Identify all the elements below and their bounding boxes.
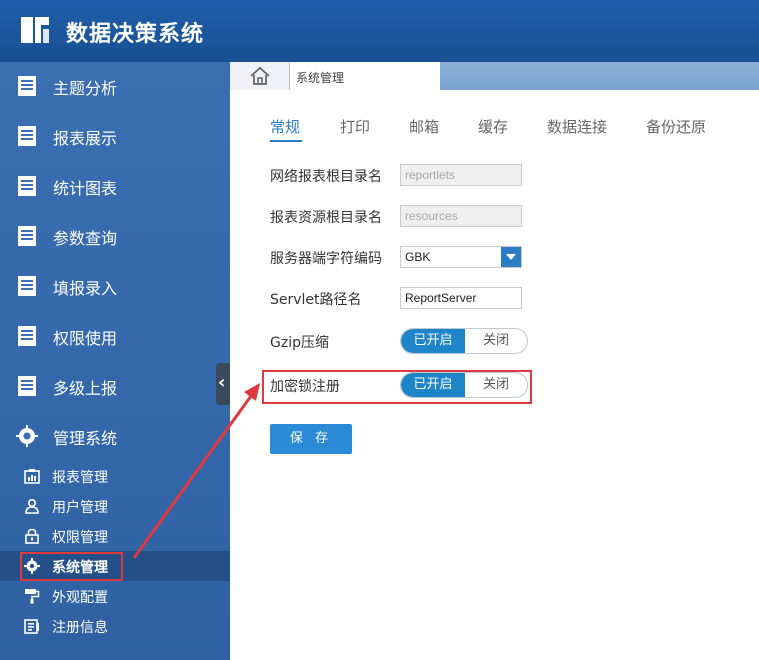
highlight-box-lock-registration <box>262 370 532 404</box>
document-icon <box>18 376 36 396</box>
sidebar-collapse-button[interactable]: ‹ <box>216 363 230 405</box>
save-button[interactable]: 保 存 <box>270 424 352 454</box>
app-logo-icon <box>21 17 49 43</box>
menu-item-label: 参数查询 <box>53 229 118 248</box>
report-icon <box>24 469 40 484</box>
menu-item-statistics-chart[interactable]: 统计图表 <box>0 162 230 212</box>
tab-email[interactable]: 邮箱 <box>409 116 439 137</box>
paint-roller-icon <box>25 589 40 604</box>
gzip-toggle[interactable]: 已开启 关闭 <box>400 328 528 354</box>
active-tab-indicator <box>270 140 302 142</box>
menu-item-label: 管理系统 <box>53 429 118 448</box>
menu-item-data-entry[interactable]: 填报录入 <box>0 262 230 312</box>
charset-label: 服务器端字符编码 <box>270 251 382 267</box>
document-icon <box>18 176 36 196</box>
sub-item-label: 报表管理 <box>52 470 108 486</box>
app-title: 数据决策系统 <box>66 22 205 47</box>
document-icon <box>18 276 36 296</box>
document-icon <box>18 76 36 96</box>
tab-system-management[interactable]: 系统管理 <box>290 62 440 90</box>
sub-item-permission-management[interactable]: 权限管理 <box>0 521 230 551</box>
document-icon <box>18 326 36 346</box>
highlight-box-system-management <box>20 552 123 581</box>
menu-item-topic-analysis[interactable]: 主题分析 <box>0 62 230 112</box>
tab-bar: 系统管理 <box>230 62 759 90</box>
home-icon <box>250 66 270 85</box>
menu-item-parameter-query[interactable]: 参数查询 <box>0 212 230 262</box>
menu-item-report-display[interactable]: 报表展示 <box>0 112 230 162</box>
menu-item-multi-level-report[interactable]: 多级上报 <box>0 362 230 412</box>
tab-cache[interactable]: 缓存 <box>478 116 508 137</box>
charset-value: GBK <box>405 250 431 264</box>
gear-icon <box>16 425 38 447</box>
sub-item-label: 外观配置 <box>52 590 108 606</box>
sub-item-user-management[interactable]: 用户管理 <box>0 491 230 521</box>
menu-item-label: 主题分析 <box>53 79 118 98</box>
resource-root-label: 报表资源根目录名 <box>270 210 382 226</box>
tab-data-connection[interactable]: 数据连接 <box>547 116 607 137</box>
menu-item-label: 报表展示 <box>53 129 118 148</box>
tab-label: 系统管理 <box>296 71 345 85</box>
tab-print[interactable]: 打印 <box>340 116 370 137</box>
gzip-off-option[interactable]: 关闭 <box>465 329 527 353</box>
home-tab[interactable] <box>230 62 290 90</box>
menu-item-label: 权限使用 <box>53 329 118 348</box>
sub-item-label: 用户管理 <box>52 500 108 516</box>
report-root-field: reportlets <box>400 164 522 186</box>
sub-item-registration-info[interactable]: 注册信息 <box>0 611 230 641</box>
resource-root-field: resources <box>400 205 522 227</box>
gzip-label: Gzip压缩 <box>270 335 329 351</box>
sub-item-report-management[interactable]: 报表管理 <box>0 461 230 491</box>
chevron-left-icon: ‹ <box>218 372 226 393</box>
sub-item-appearance-config[interactable]: 外观配置 <box>0 581 230 611</box>
menu-item-management-system[interactable]: 管理系统 <box>0 412 230 462</box>
menu-item-label: 填报录入 <box>53 279 118 298</box>
chevron-down-icon[interactable] <box>501 247 521 267</box>
report-root-label: 网络报表根目录名 <box>270 169 382 185</box>
sub-item-label: 注册信息 <box>52 620 108 636</box>
charset-select[interactable]: GBK <box>400 246 522 268</box>
user-icon <box>25 498 39 514</box>
lock-icon <box>25 528 39 544</box>
tab-backup-restore[interactable]: 备份还原 <box>646 116 706 137</box>
menu-item-label: 多级上报 <box>53 379 118 398</box>
document-icon <box>18 126 36 146</box>
menu-item-permission-usage[interactable]: 权限使用 <box>0 312 230 362</box>
servlet-label: Servlet路径名 <box>270 292 362 308</box>
document-icon <box>18 226 36 246</box>
app-header: 数据决策系统 <box>0 0 759 62</box>
register-icon <box>24 619 39 634</box>
servlet-input[interactable]: ReportServer <box>400 287 522 309</box>
sub-item-label: 权限管理 <box>52 530 108 546</box>
tab-general[interactable]: 常规 <box>270 116 300 137</box>
menu-item-label: 统计图表 <box>53 179 118 198</box>
gzip-on-option[interactable]: 已开启 <box>401 329 465 353</box>
